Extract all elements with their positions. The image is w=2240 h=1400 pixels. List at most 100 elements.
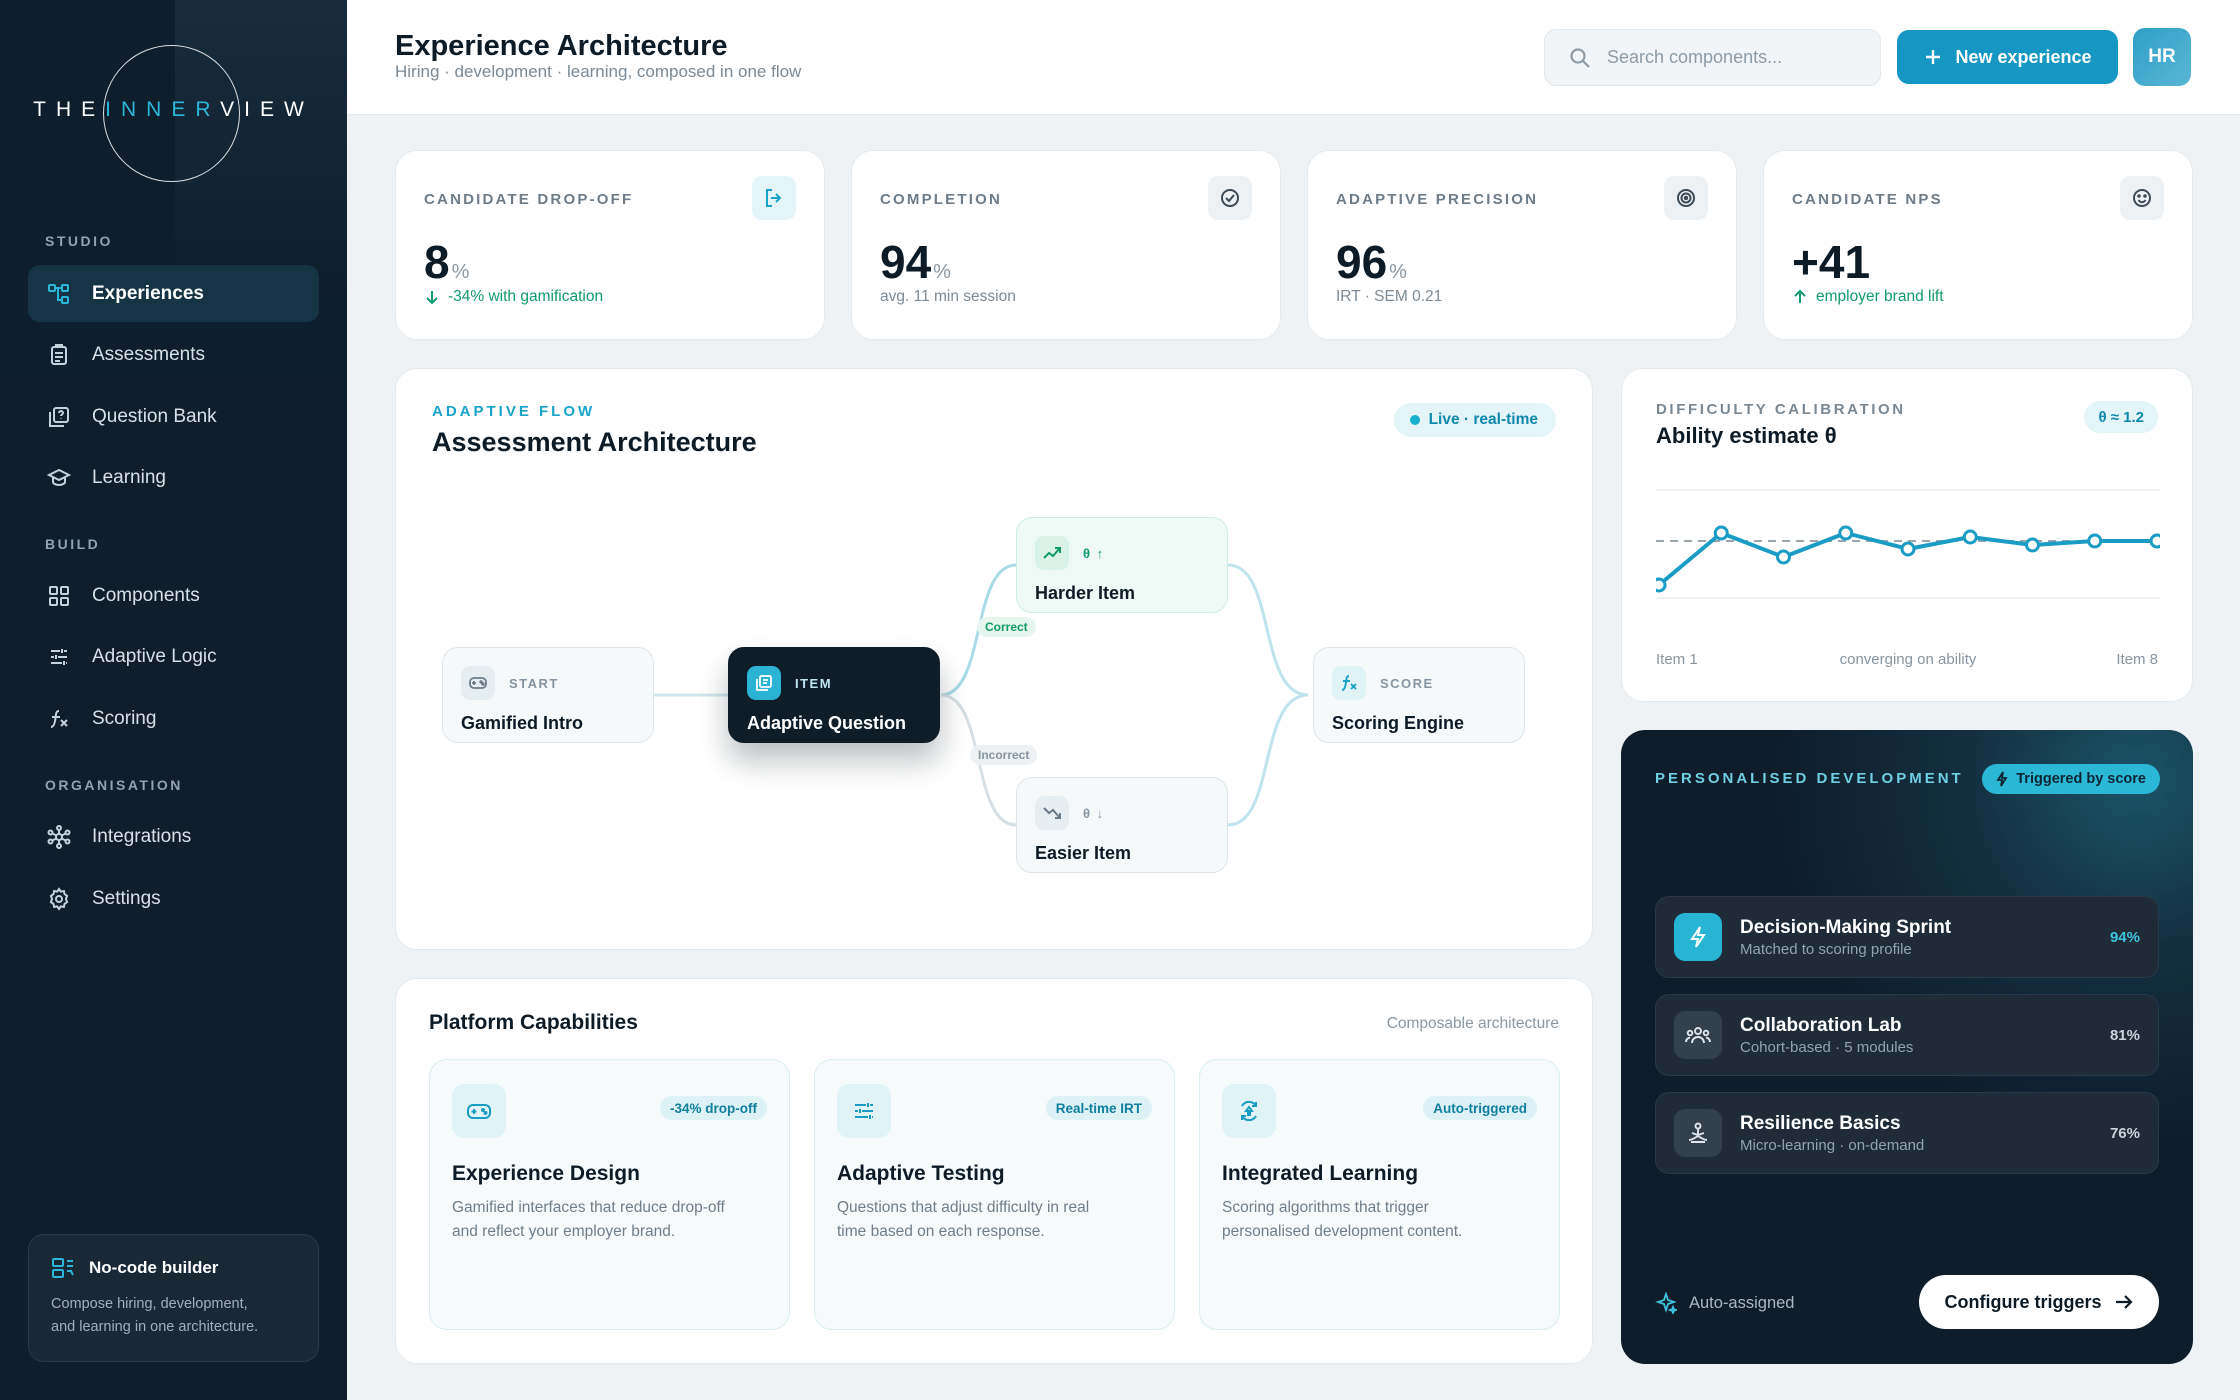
page-subtitle: Hiring · development · learning, compose… <box>395 62 802 81</box>
capability-description: Scoring algorithms that trigger personali… <box>1222 1199 1463 1240</box>
capability-integrated-learning[interactable]: Auto-triggered Integrated Learning Scori… <box>1199 1059 1560 1330</box>
node-name: Gamified Intro <box>461 713 584 733</box>
capabilities-aside: Composable architecture <box>1386 1015 1559 1032</box>
brand-logo[interactable]: THEINNERVIEW <box>0 40 347 190</box>
match-score: 76% <box>2109 1124 2140 1142</box>
development-kicker: PERSONALISED DEVELOPMENT <box>1655 770 1964 787</box>
data-point <box>2087 533 2103 549</box>
flow-icon <box>46 281 72 307</box>
kpi-label: CANDIDATE NPS <box>1792 191 1943 208</box>
sidebar-section-build: BUILD <box>45 536 101 552</box>
node-name: Harder Item <box>1035 583 1136 603</box>
data-point <box>1776 549 1791 565</box>
ability-line-chart <box>1656 489 2160 599</box>
development-item-text: Collaboration Lab Cohort-based · 5 module… <box>1740 1014 1914 1056</box>
sidebar-item-scoring[interactable]: Scoring <box>28 690 319 747</box>
capability-adaptive-testing[interactable]: Real-time IRT Adaptive Testing Questions… <box>814 1059 1175 1330</box>
development-item-resilience[interactable]: Resilience Basics Micro-learning · on-dem… <box>1655 1092 2159 1174</box>
capability-title: Adaptive Testing <box>837 1162 1005 1185</box>
no-code-builder-card[interactable]: No-code builder Compose hiring, developm… <box>28 1234 319 1362</box>
calibration-title: Ability estimate θ <box>1656 423 1837 448</box>
sliders-icon <box>837 1084 891 1138</box>
node-name: Adaptive Question <box>747 713 907 733</box>
sidebar-item-settings[interactable]: Settings <box>28 870 319 927</box>
difficulty-calibration-card: DIFFICULTY CALIBRATION Ability estimate … <box>1621 368 2193 702</box>
edge-label-incorrect: Incorrect <box>970 745 1038 765</box>
search-box[interactable] <box>1544 29 1881 86</box>
node-header: ITEM <box>747 666 921 700</box>
sidebar-item-components[interactable]: Components <box>28 567 319 624</box>
clipboard-icon <box>46 342 72 368</box>
target-icon <box>1664 176 1708 220</box>
sparkle-icon <box>1655 1292 1677 1314</box>
grid-icon <box>46 583 72 609</box>
trending-up-icon <box>1035 536 1069 570</box>
kpi-card-nps: CANDIDATE NPS +41 employer brand lift <box>1763 150 2193 340</box>
function-icon <box>1332 666 1366 700</box>
sidebar-item-question-bank[interactable]: Question Bank <box>28 388 319 445</box>
learning-icon <box>1222 1084 1276 1138</box>
no-code-description: Compose hiring, development, and learning… <box>51 1296 259 1335</box>
flow-node-adaptive-question[interactable]: ITEM Adaptive Question <box>728 647 940 743</box>
sidebar-item-learning[interactable]: Learning <box>28 449 319 506</box>
kpi-sub: IRT · SEM 0.21 <box>1336 288 1443 305</box>
node-header: START <box>461 666 635 700</box>
exit-icon <box>752 176 796 220</box>
sidebar-item-label: Components <box>92 584 200 606</box>
no-code-title: No-code builder <box>89 1258 219 1277</box>
sidebar-item-assessments[interactable]: Assessments <box>28 326 319 383</box>
sidebar-section-organisation: ORGANISATION <box>45 777 183 793</box>
plus-icon <box>1926 50 1941 64</box>
configure-triggers-button[interactable]: Configure triggers <box>1919 1275 2159 1329</box>
sidebar-item-label: Adaptive Logic <box>92 645 217 667</box>
capabilities-title: Platform Capabilities <box>429 1011 638 1034</box>
sidebar: THEINNERVIEW STUDIO Experiences Assessme… <box>0 0 347 1400</box>
gamepad-icon <box>461 666 495 700</box>
flow-node-start[interactable]: START Gamified Intro <box>442 647 654 743</box>
kpi-sub: avg. 11 min session <box>880 288 1016 305</box>
capability-experience-design[interactable]: -34% drop-off Experience Design Gamified… <box>429 1059 790 1330</box>
kpi-value: 94% <box>880 236 951 288</box>
flow-node-easier-item[interactable]: θ ↓ Easier Item <box>1016 777 1228 873</box>
search-input[interactable] <box>1607 47 1847 68</box>
node-header: SCORE <box>1332 666 1506 700</box>
development-item-decision-making[interactable]: Decision-Making Sprint Matched to scoring… <box>1655 896 2159 978</box>
kpi-card-adaptive-precision: ADAPTIVE PRECISION 96% IRT · SEM 0.21 <box>1307 150 1737 340</box>
sidebar-item-integrations[interactable]: Integrations <box>28 808 319 865</box>
kpi-label: CANDIDATE DROP-OFF <box>424 191 634 208</box>
flow-node-scoring-engine[interactable]: SCORE Scoring Engine <box>1313 647 1525 743</box>
function-icon <box>46 706 72 732</box>
data-point <box>2149 533 2160 549</box>
data-point <box>1713 525 1729 541</box>
data-point <box>2025 537 2040 553</box>
kpi-sub: -34% with gamification <box>424 288 603 306</box>
sidebar-item-label: Question Bank <box>92 405 217 427</box>
new-experience-button[interactable]: New experience <box>1897 30 2118 84</box>
flow-node-harder-item[interactable]: θ ↑ Harder Item <box>1016 517 1228 613</box>
kpi-value: +41 <box>1792 236 1871 288</box>
sidebar-item-label: Scoring <box>92 707 157 729</box>
development-item-collaboration[interactable]: Collaboration Lab Cohort-based · 5 module… <box>1655 994 2159 1076</box>
sidebar-item-label: Learning <box>92 466 166 488</box>
avatar[interactable]: HR <box>2133 28 2191 86</box>
sidebar-item-experiences[interactable]: Experiences <box>28 265 319 322</box>
development-item-text: Decision-Making Sprint Matched to scoring… <box>1740 916 1952 958</box>
capability-tag: Real-time IRT <box>1045 1096 1152 1120</box>
trending-down-icon <box>1035 796 1069 830</box>
no-code-title-row: No-code builder <box>51 1257 296 1279</box>
capability-title: Integrated Learning <box>1222 1162 1419 1185</box>
kpi-label: COMPLETION <box>880 191 1002 208</box>
builder-icon <box>52 1258 74 1278</box>
data-point <box>1838 525 1854 541</box>
question-box-icon <box>747 666 781 700</box>
data-point <box>1900 541 1916 557</box>
kpi-value: 8% <box>424 236 470 288</box>
sidebar-item-adaptive-logic[interactable]: Adaptive Logic <box>28 628 319 685</box>
axis-label-end: Item 8 <box>2116 651 2158 668</box>
question-box-icon <box>46 404 72 430</box>
team-icon <box>1674 1011 1722 1059</box>
lightning-icon <box>1674 913 1722 961</box>
new-experience-label: New experience <box>1955 46 2092 67</box>
sidebar-section-studio: STUDIO <box>45 233 113 249</box>
node-name: Scoring Engine <box>1332 713 1465 733</box>
